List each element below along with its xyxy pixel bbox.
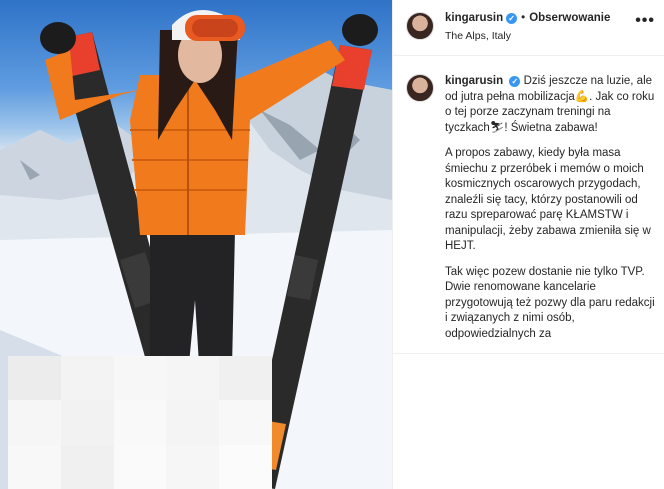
post-sidebar: kingarusin ✓ • Obserwowanie The Alps, It… xyxy=(392,0,664,489)
username-link[interactable]: kingarusin xyxy=(445,12,503,24)
verified-badge-icon: ✓ xyxy=(509,76,521,87)
avatar[interactable] xyxy=(406,12,434,40)
caption-paragraph: kingarusin ✓ Dziś jeszcze na luzie, ale … xyxy=(445,74,657,136)
verified-badge-icon: ✓ xyxy=(506,12,518,24)
caption-paragraph-3: Tak więc pozew dostanie nie tylko TVP. D… xyxy=(445,265,655,340)
divider xyxy=(393,353,664,354)
more-options-icon[interactable]: ••• xyxy=(635,12,655,30)
avatar[interactable] xyxy=(406,74,434,102)
caption-username-link[interactable]: kingarusin xyxy=(445,75,503,87)
header-user-row: kingarusin ✓ • Obserwowanie xyxy=(445,12,610,24)
pixelated-region xyxy=(8,356,272,489)
separator: • xyxy=(521,12,526,24)
caption-paragraph-2: A propos zabawy, kiedy była masa śmiechu… xyxy=(445,147,651,252)
follow-button[interactable]: Obserwowanie xyxy=(529,12,610,24)
location-link[interactable]: The Alps, Italy xyxy=(445,30,511,42)
caption-text: kingarusin ✓ Dziś jeszcze na luzie, ale … xyxy=(445,74,657,352)
post-header: kingarusin ✓ • Obserwowanie The Alps, It… xyxy=(393,0,664,56)
